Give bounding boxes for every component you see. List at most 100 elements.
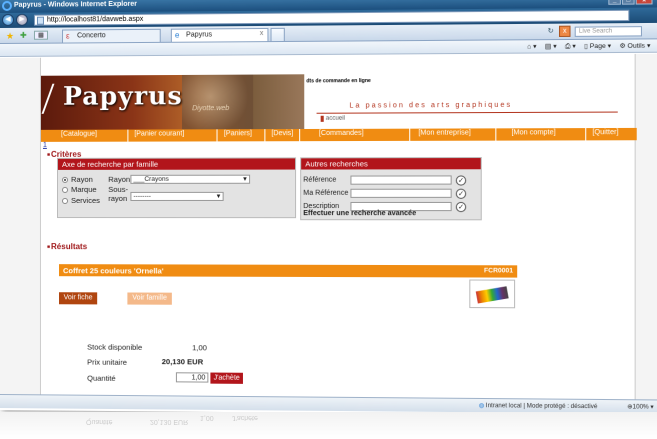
screenshot-stage: Papyrus - Windows Internet Explorer _ □ … xyxy=(0,0,657,439)
minimize-icon[interactable]: _ xyxy=(608,0,621,5)
site-banner: Papyrus Diyotte.web xyxy=(40,74,305,130)
maximize-icon[interactable]: □ xyxy=(621,0,635,5)
window-controls: _ □ x xyxy=(608,0,653,5)
family-search-box: Axe de recherche par famille Rayon Marqu… xyxy=(57,157,297,219)
product-header: Coffret 25 couleurs 'Ornella' FCR0001 xyxy=(59,264,518,278)
forward-arrow-icon[interactable]: ▶ xyxy=(15,13,28,26)
radio-button[interactable] xyxy=(62,197,69,204)
favorites-star-icon[interactable]: ★ xyxy=(6,31,14,42)
refresh-icon[interactable]: ↻ xyxy=(548,27,554,35)
zoom-level[interactable]: ⊕100% ▾ xyxy=(627,403,653,410)
viewport: Papyrus Diyotte.web dts de commande en l… xyxy=(0,53,657,400)
product-thumbnail[interactable] xyxy=(469,279,516,309)
buy-button[interactable]: J'achète xyxy=(210,372,243,384)
stop-icon[interactable]: x xyxy=(558,25,571,37)
sous-rayon-label-1: Sous- xyxy=(108,184,128,194)
menu-commandes[interactable]: [Commandes] xyxy=(300,128,411,142)
menu-devis[interactable]: [Devis] xyxy=(265,129,301,142)
menu-mon-compte[interactable]: [Mon compte] xyxy=(496,128,587,141)
reflection-qty-value: 1,00 xyxy=(200,414,214,421)
globe-icon: ◍ xyxy=(478,403,486,410)
reference-input[interactable] xyxy=(350,175,452,185)
page-icon xyxy=(36,16,44,25)
pencil-box-image xyxy=(475,286,509,304)
rayon-select[interactable]: ___Crayons ▼ xyxy=(130,174,251,184)
radio-rayon[interactable]: Rayon xyxy=(62,175,93,184)
site-slogan: La passion des arts graphiques xyxy=(349,101,513,110)
logo-brush-icon xyxy=(41,83,65,114)
menu-paniers[interactable]: [Paniers] xyxy=(217,129,266,142)
site-logo: Papyrus xyxy=(63,81,183,111)
radio-button[interactable] xyxy=(62,176,69,183)
stock-label: Stock disponible xyxy=(87,342,143,352)
chevron-down-icon: ▼ xyxy=(241,176,249,183)
rayon-label: Rayon xyxy=(108,174,131,184)
menu-catalogue[interactable]: [Catalogue] xyxy=(40,129,129,142)
product-name: Coffret 25 couleurs 'Ornella' xyxy=(63,266,164,276)
window-title: Papyrus - Windows Internet Explorer xyxy=(13,0,137,9)
radio-services[interactable]: Services xyxy=(62,196,100,205)
ie-page-icon: e xyxy=(174,30,180,40)
home-icon[interactable]: ⌂ ▾ xyxy=(527,42,536,51)
search-input[interactable]: Live Search xyxy=(574,26,642,37)
reference-label: Référence xyxy=(303,176,337,184)
chevron-down-icon: ▼ xyxy=(215,193,222,200)
check-icon[interactable]: ✓ xyxy=(455,201,467,213)
other-search-header: Autres recherches xyxy=(301,158,481,170)
quantity-input[interactable]: 1,00 xyxy=(175,372,209,383)
new-tab-button[interactable] xyxy=(270,27,285,42)
add-favorite-icon[interactable]: ✚ xyxy=(20,31,27,40)
page-number-link[interactable]: 1 xyxy=(43,142,47,149)
check-icon[interactable]: ✓ xyxy=(455,188,467,199)
tab-papyrus[interactable]: e Papyrus x xyxy=(170,27,269,42)
url-text: http://localhost81/davweb.aspx xyxy=(46,15,144,24)
price-value: 20,130 EUR xyxy=(161,357,204,367)
banner-painting xyxy=(181,74,254,130)
security-zone[interactable]: ◍ Intranet local | Mode protégé : désact… xyxy=(479,402,598,410)
quantity-label: Quantité xyxy=(87,373,116,383)
my-reference-label: Ma Référence xyxy=(303,189,349,197)
check-icon[interactable]: ✓ xyxy=(455,175,467,186)
reflection-quantity: Quantité xyxy=(86,418,113,425)
ie-logo-icon xyxy=(1,0,12,11)
main-menu: [Catalogue] [Panier courant] [Paniers] [… xyxy=(40,127,637,142)
site-tagline: dts de commande en ligne xyxy=(306,77,371,85)
page-menu[interactable]: ▯ Page ▾ xyxy=(584,42,611,51)
tools-menu[interactable]: ⚙ Outils ▾ xyxy=(620,41,651,50)
print-icon[interactable]: ⎙ ▾ xyxy=(565,42,576,51)
family-search-header: Axe de recherche par famille xyxy=(58,158,296,170)
price-label: Prix unitaire xyxy=(87,357,128,367)
banner-watermark: Diyotte.web xyxy=(192,105,230,113)
back-arrow-icon[interactable]: ◀ xyxy=(1,13,14,26)
results-title: Résultats xyxy=(47,242,87,251)
menu-quitter[interactable]: [Quitter] xyxy=(586,128,625,140)
view-family-button[interactable]: Voir famille xyxy=(127,292,172,305)
sous-rayon-select[interactable]: -------- ▼ xyxy=(130,191,224,201)
tab-label: Concerto xyxy=(77,32,106,40)
menu-mon-entreprise[interactable]: [Mon entreprise] xyxy=(410,128,497,141)
stock-value: 1,00 xyxy=(192,343,207,353)
description-label: Description xyxy=(303,202,340,211)
menu-panier-courant[interactable]: [Panier courant] xyxy=(128,129,218,142)
radio-button[interactable] xyxy=(62,186,69,193)
feeds-icon[interactable]: ▤ ▾ xyxy=(545,42,557,51)
radio-marque[interactable]: Marque xyxy=(62,185,97,194)
view-sheet-button[interactable]: Voir fiche xyxy=(59,292,98,305)
advanced-search-link[interactable]: Effectuer une recherche avancée xyxy=(303,210,416,217)
my-reference-input[interactable] xyxy=(350,188,452,198)
other-search-box: Autres recherches Référence ✓ Ma Référen… xyxy=(300,157,482,221)
close-icon[interactable]: x xyxy=(635,0,653,5)
sous-rayon-label-2: rayon xyxy=(108,193,128,203)
tab-label: Papyrus xyxy=(186,31,213,39)
product-code: FCR0001 xyxy=(484,267,514,275)
close-tab-icon[interactable]: x xyxy=(260,30,264,37)
quick-tabs-icon[interactable]: ▦ xyxy=(33,30,48,40)
breadcrumb: accueil xyxy=(316,111,618,123)
window-reflection: Quantité 20,130 EUR 1,00 J'achète xyxy=(0,412,657,439)
browser-window: Papyrus - Windows Internet Explorer _ □ … xyxy=(0,0,657,416)
concerto-tab-icon: ε xyxy=(66,31,70,41)
reflection-buy: J'achète xyxy=(232,414,258,421)
reflection-price: 20,130 EUR xyxy=(150,418,189,425)
tab-concerto[interactable]: ε Concerto xyxy=(62,28,161,43)
breadcrumb-home[interactable]: accueil xyxy=(320,115,345,122)
